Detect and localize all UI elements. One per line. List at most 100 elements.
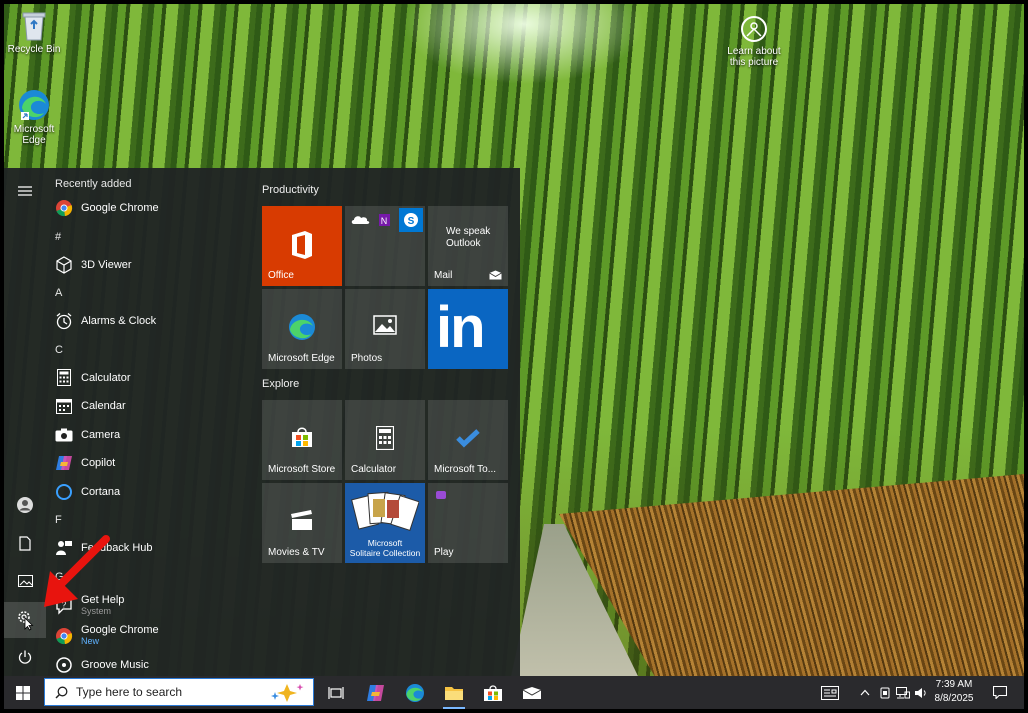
- tile-movies-tv[interactable]: Movies & TV: [262, 483, 342, 563]
- tile-label: Photos: [351, 353, 383, 364]
- app-google-chrome[interactable]: Google Chrome New: [46, 621, 246, 651]
- mail-taskbar-button[interactable]: [513, 676, 551, 709]
- app-alarms-clock[interactable]: Alarms & Clock: [46, 307, 246, 336]
- app-label: Calculator: [81, 371, 131, 384]
- search-icon: [55, 686, 68, 699]
- mail-promo-text: We speak Outlook: [446, 226, 490, 250]
- solitaire-line2: Solitaire Collection: [349, 548, 421, 558]
- app-calendar[interactable]: Calendar: [46, 392, 246, 421]
- tile-microsoft-todo[interactable]: Microsoft To...: [428, 400, 508, 480]
- network-button[interactable]: [894, 676, 912, 709]
- recently-added-header: Recently added: [55, 178, 132, 190]
- news-icon: [821, 685, 839, 700]
- volume-button[interactable]: [912, 676, 930, 709]
- task-view-button[interactable]: [317, 676, 355, 709]
- app-calculator[interactable]: Calculator: [46, 364, 246, 393]
- tile-microsoft-store[interactable]: Microsoft Store: [262, 400, 342, 480]
- section-c[interactable]: C: [46, 336, 246, 364]
- edge-icon: [19, 90, 49, 120]
- windows-logo-icon: [16, 685, 30, 700]
- user-account-button[interactable]: [4, 488, 46, 522]
- device-icon: [880, 687, 890, 698]
- edge-taskbar-button[interactable]: [396, 676, 434, 709]
- notifications-button[interactable]: [988, 676, 1012, 709]
- section-hash[interactable]: #: [46, 223, 246, 251]
- app-3d-viewer[interactable]: 3D Viewer: [46, 251, 246, 280]
- app-label: Calendar: [81, 400, 126, 413]
- file-explorer-button[interactable]: [435, 676, 473, 709]
- group-explore-title[interactable]: Explore: [262, 378, 299, 390]
- app-label: Google Chrome: [81, 624, 159, 636]
- app-label: 3D Viewer: [81, 258, 132, 271]
- cortana-icon: [55, 483, 73, 501]
- skype-icon: S: [399, 208, 423, 232]
- learn-about-picture[interactable]: Learn about this picture: [724, 16, 784, 68]
- pictures-icon: [17, 575, 33, 587]
- tile-label: Microsoft To...: [434, 464, 497, 475]
- taskbar-clock[interactable]: 7:39 AM 8/8/2025: [931, 678, 977, 706]
- news-widget-button[interactable]: [816, 676, 844, 709]
- chrome-icon: [55, 627, 73, 645]
- edge-icon: [406, 683, 424, 702]
- meet-now-button[interactable]: [876, 676, 894, 709]
- power-icon: [18, 650, 32, 664]
- svg-text:S: S: [408, 216, 415, 227]
- expand-menu-button[interactable]: [4, 174, 46, 208]
- cube-icon: [55, 256, 73, 274]
- calendar-icon: [55, 397, 73, 415]
- chevron-up-icon: [860, 689, 870, 696]
- tile-label: Office: [268, 270, 294, 281]
- tile-office-apps[interactable]: N S: [345, 206, 425, 286]
- recycle-bin-label: Recycle Bin: [7, 44, 61, 55]
- start-button[interactable]: [4, 676, 42, 709]
- tile-linkedin[interactable]: in: [428, 289, 508, 369]
- app-groove-music[interactable]: Groove Music: [46, 651, 246, 677]
- photos-icon: [373, 315, 397, 335]
- tile-mail[interactable]: We speak Outlook Mail: [428, 206, 508, 286]
- edge-icon: [289, 314, 315, 340]
- clock-date: 8/8/2025: [934, 693, 974, 704]
- tile-label: Mail: [434, 270, 453, 281]
- app-label: Camera: [81, 428, 121, 441]
- tile-microsoft-edge[interactable]: Microsoft Edge: [262, 289, 342, 369]
- app-label: Cortana: [81, 485, 121, 498]
- tile-label: Calculator: [351, 464, 397, 475]
- solitaire-tile-caption: Microsoft Solitaire Collection: [345, 538, 425, 558]
- speaker-icon: [915, 687, 926, 698]
- app-sublabel-new: New: [81, 636, 100, 646]
- mail-icon: [489, 270, 502, 280]
- edge-shortcut[interactable]: Microsoft Edge: [4, 88, 64, 146]
- copilot-taskbar-button[interactable]: [357, 676, 395, 709]
- app-label: Copilot: [81, 457, 116, 470]
- recycle-bin-icon: [22, 12, 46, 41]
- app-google-chrome-recent[interactable]: Google Chrome: [46, 194, 246, 223]
- tile-solitaire[interactable]: Microsoft Solitaire Collection: [345, 483, 425, 563]
- section-f[interactable]: F: [46, 506, 246, 534]
- app-copilot[interactable]: Copilot: [46, 449, 246, 478]
- tile-label: Microsoft Edge: [268, 353, 335, 364]
- tile-calculator[interactable]: Calculator: [345, 400, 425, 480]
- app-camera[interactable]: Camera: [46, 421, 246, 450]
- power-button[interactable]: [4, 640, 46, 674]
- group-productivity-title[interactable]: Productivity: [262, 184, 319, 196]
- edge-shortcut-label: Microsoft Edge: [13, 124, 55, 146]
- user-icon: [17, 497, 33, 513]
- svg-text:N: N: [381, 216, 388, 226]
- search-input[interactable]: [74, 684, 258, 700]
- tile-photos[interactable]: Photos: [345, 289, 425, 369]
- section-a[interactable]: A: [46, 279, 246, 307]
- playing-cards-icon: [351, 491, 419, 531]
- store-taskbar-button[interactable]: [474, 676, 512, 709]
- checkmark-icon: [456, 429, 480, 448]
- show-hidden-icons-button[interactable]: [856, 676, 874, 709]
- recycle-bin-shortcut[interactable]: Recycle Bin: [4, 10, 64, 55]
- onedrive-icon: [351, 216, 370, 224]
- taskbar-search-box[interactable]: [44, 678, 314, 706]
- learn-about-line2: this picture: [729, 57, 779, 68]
- gear-icon: [18, 611, 34, 631]
- tile-play[interactable]: Play: [428, 483, 508, 563]
- tile-office[interactable]: Office: [262, 206, 342, 286]
- folder-icon: [445, 686, 463, 700]
- network-icon: [896, 686, 910, 698]
- app-cortana[interactable]: Cortana: [46, 478, 246, 507]
